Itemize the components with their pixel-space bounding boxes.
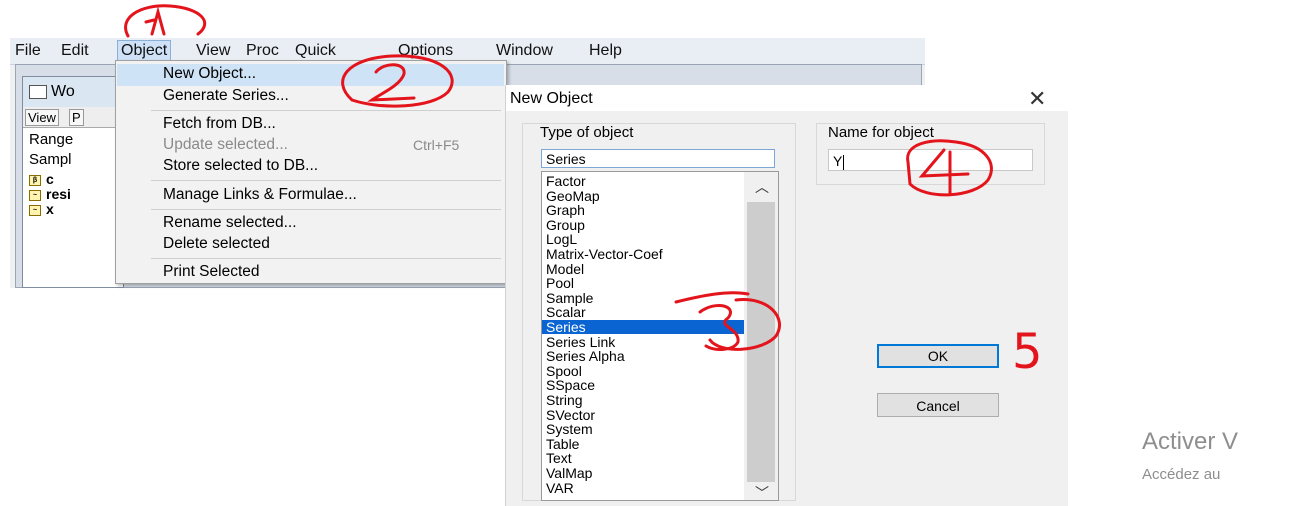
list-item-string[interactable]: String xyxy=(546,393,583,407)
list-item-pool[interactable]: Pool xyxy=(546,276,574,290)
activation-watermark-title: Activer V xyxy=(1142,428,1239,455)
menu-edit[interactable]: Edit xyxy=(58,42,92,60)
list-item-series[interactable]: Series xyxy=(542,320,746,334)
menu-item-manage-links[interactable]: Manage Links & Formulae... xyxy=(163,186,357,204)
list-item-model[interactable]: Model xyxy=(546,262,584,276)
workfile-object-c[interactable]: βc xyxy=(29,171,54,187)
menu-quick[interactable]: Quick xyxy=(292,42,339,60)
list-item-spool[interactable]: Spool xyxy=(546,364,582,378)
menu-item-new-object[interactable]: New Object... xyxy=(163,65,256,83)
activation-watermark-subtitle: Accédez au xyxy=(1142,466,1221,483)
menu-separator xyxy=(151,209,501,210)
list-scrollbar[interactable]: ︿ ﹀ xyxy=(744,172,778,500)
menu-item-update-selected[interactable]: Update selected... xyxy=(163,136,288,154)
menu-item-store-selected[interactable]: Store selected to DB... xyxy=(163,157,318,175)
text-cursor xyxy=(843,154,845,170)
menu-window[interactable]: Window xyxy=(493,42,556,60)
menu-item-rename-selected[interactable]: Rename selected... xyxy=(163,214,297,232)
new-object-dialog: New Object ✕ Type of object Series Facto… xyxy=(505,85,1068,506)
scroll-down-icon[interactable]: ﹀ xyxy=(755,483,769,500)
list-item-geomap[interactable]: GeoMap xyxy=(546,189,600,203)
object-name: x xyxy=(46,201,54,217)
list-item-table[interactable]: Table xyxy=(546,437,579,451)
workfile-window[interactable]: Wo View P Range Sampl βc ~ resi ~ x xyxy=(22,76,124,288)
type-of-object-field[interactable]: Series xyxy=(541,149,775,168)
menu-item-delete-selected[interactable]: Delete selected xyxy=(163,235,270,253)
menu-separator xyxy=(151,258,501,259)
object-name: c xyxy=(46,171,54,187)
workfile-proc-button[interactable]: P xyxy=(69,109,84,126)
list-item-matrix-vector-coef[interactable]: Matrix-Vector-Coef xyxy=(546,247,663,261)
menu-help[interactable]: Help xyxy=(586,42,625,60)
menu-proc[interactable]: Proc xyxy=(243,42,282,60)
scroll-thumb[interactable] xyxy=(747,202,775,482)
workfile-icon xyxy=(29,85,47,99)
type-of-object-label: Type of object xyxy=(540,124,634,141)
workfile-view-button[interactable]: View xyxy=(25,109,59,126)
list-item-series-link[interactable]: Series Link xyxy=(546,335,615,349)
workfile-range-label: Range xyxy=(29,131,74,148)
annotation-circle-1 xyxy=(124,4,207,38)
list-item-system[interactable]: System xyxy=(546,422,593,436)
menu-object[interactable]: Object xyxy=(117,40,172,62)
coef-icon: β xyxy=(29,174,41,186)
workfile-object-resi[interactable]: ~ resi xyxy=(29,186,71,202)
list-item-var[interactable]: VAR xyxy=(546,481,574,495)
scroll-up-icon[interactable]: ︿ xyxy=(755,177,769,197)
list-item-text[interactable]: Text xyxy=(546,451,572,465)
menu-separator xyxy=(151,180,501,181)
list-item-svector[interactable]: SVector xyxy=(546,408,595,422)
workfile-title: Wo xyxy=(51,83,75,100)
dialog-title: New Object xyxy=(510,90,593,107)
list-item-valmap[interactable]: ValMap xyxy=(546,466,592,480)
cancel-button[interactable]: Cancel xyxy=(877,393,999,417)
workfile-toolbar: View P xyxy=(23,107,123,128)
close-icon[interactable]: ✕ xyxy=(1028,86,1046,112)
workfile-object-x[interactable]: ~ x xyxy=(29,201,54,217)
list-item-group[interactable]: Group xyxy=(546,218,585,232)
series-icon: ~ xyxy=(29,189,41,201)
workfile-titlebar[interactable]: Wo xyxy=(23,77,123,107)
object-name: resi xyxy=(46,186,71,202)
list-item-logl[interactable]: LogL xyxy=(546,232,577,246)
list-item-sample[interactable]: Sample xyxy=(546,291,593,305)
list-item-graph[interactable]: Graph xyxy=(546,203,585,217)
workfile-sample-label: Sampl xyxy=(29,151,72,168)
ok-button[interactable]: OK xyxy=(877,344,999,368)
name-input-value: Y xyxy=(833,153,843,169)
menu-item-fetch-from-db[interactable]: Fetch from DB... xyxy=(163,115,276,133)
menu-options[interactable]: Options xyxy=(395,42,456,60)
menu-item-print-selected[interactable]: Print Selected xyxy=(163,263,260,281)
menu-file[interactable]: File xyxy=(12,42,44,60)
name-for-object-label: Name for object xyxy=(828,124,934,141)
list-item-sspace[interactable]: SSpace xyxy=(546,378,595,392)
menu-view[interactable]: View xyxy=(193,42,233,60)
annotation-step-5: 5 xyxy=(1012,324,1043,380)
series-icon: ~ xyxy=(29,204,41,216)
dialog-titlebar[interactable]: New Object ✕ xyxy=(506,85,1068,111)
list-item-series-alpha[interactable]: Series Alpha xyxy=(546,349,625,363)
menu-item-generate-series[interactable]: Generate Series... xyxy=(163,87,289,105)
annotation-digit-1 xyxy=(144,6,166,36)
menu-separator xyxy=(151,110,501,111)
object-menu: New Object... Generate Series... Fetch f… xyxy=(115,60,507,284)
list-item-factor[interactable]: Factor xyxy=(546,174,586,188)
list-item-scalar[interactable]: Scalar xyxy=(546,305,586,319)
menu-item-shortcut: Ctrl+F5 xyxy=(413,137,460,153)
name-for-object-input[interactable]: Y xyxy=(828,149,1033,171)
type-of-object-list[interactable]: Factor GeoMap Graph Group LogL Matrix-Vector-… xyxy=(541,171,779,501)
